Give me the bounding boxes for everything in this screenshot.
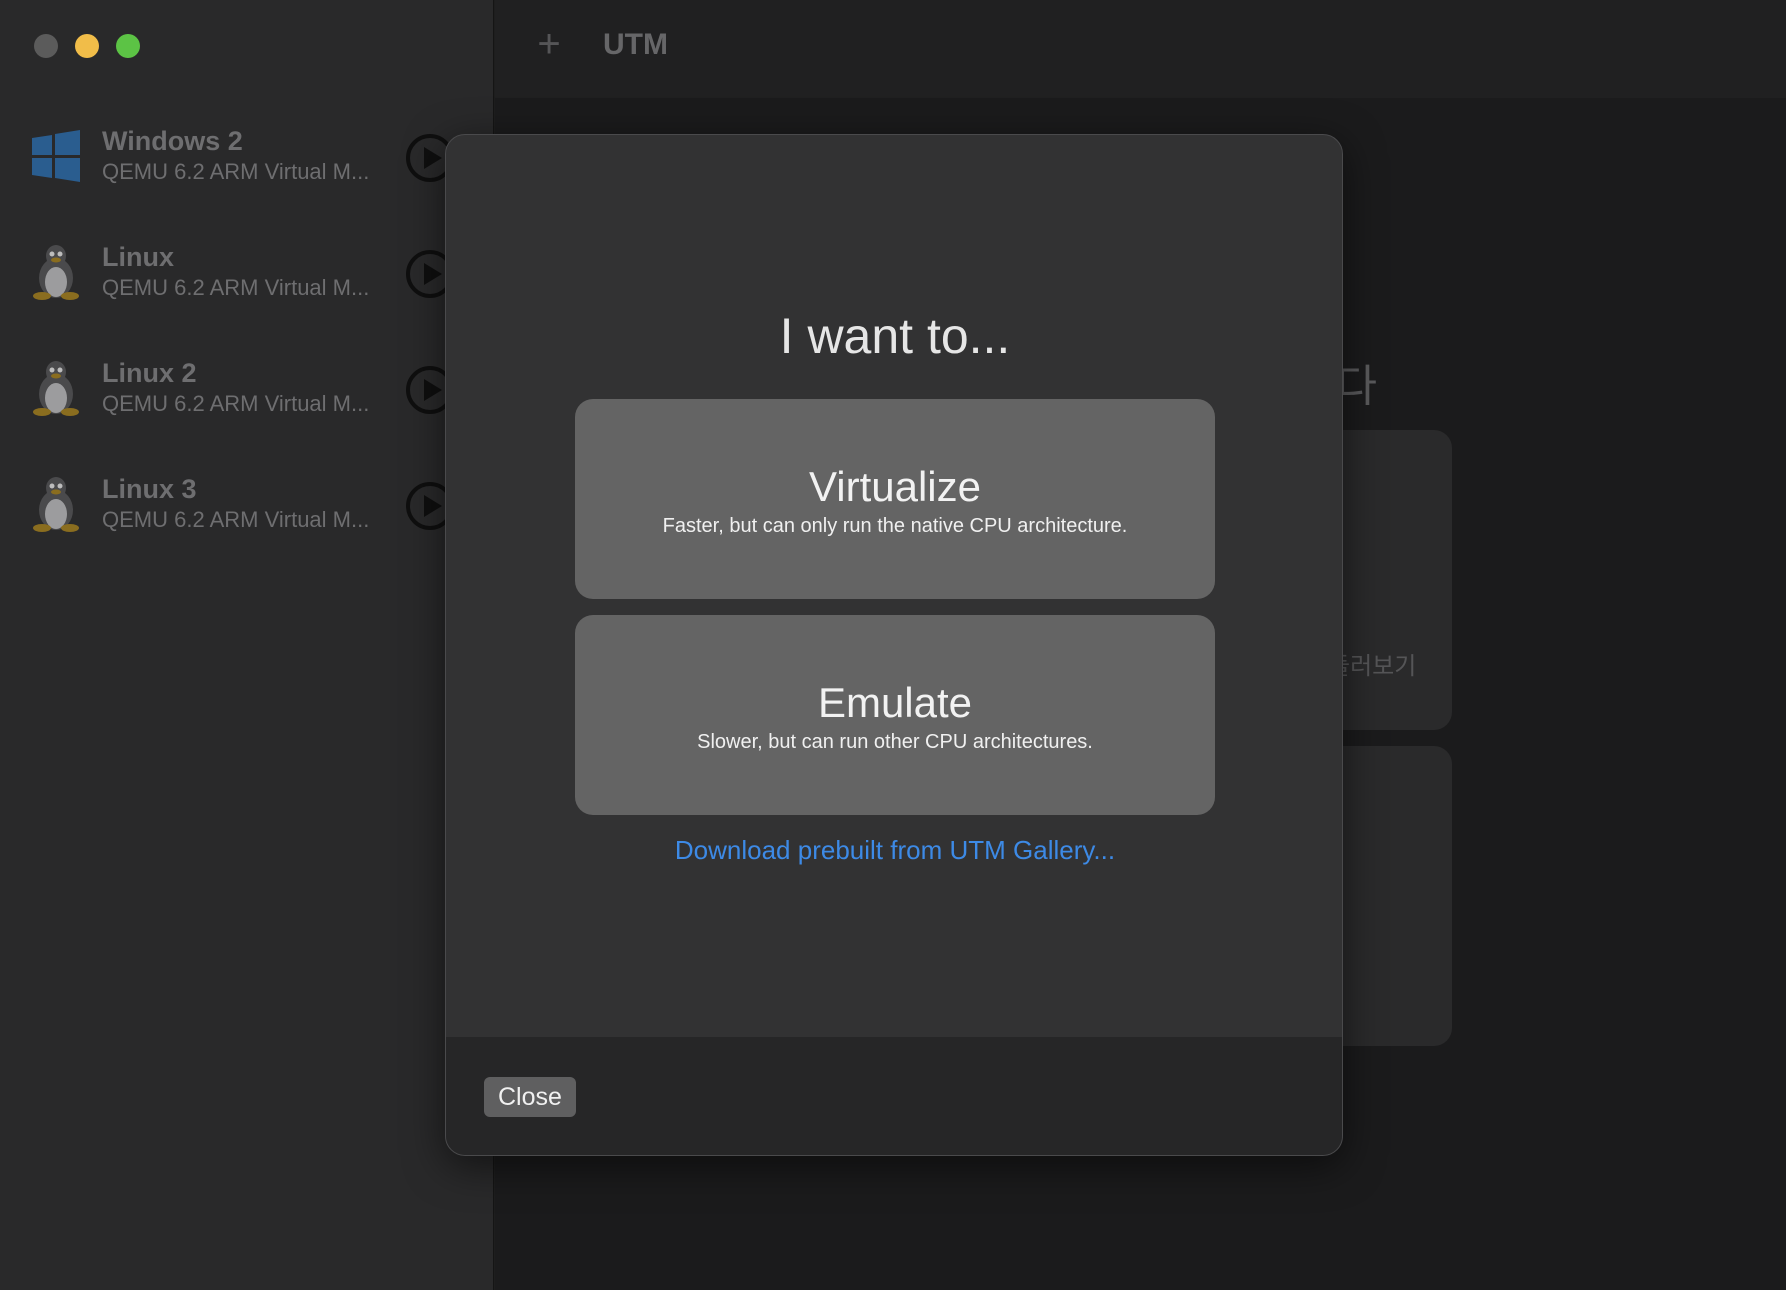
option-title: Virtualize bbox=[809, 463, 981, 510]
utm-window: Windows 2 QEMU 6.2 ARM Virtual M... Linu… bbox=[0, 0, 1786, 1290]
dialog-footer: Close bbox=[446, 1037, 1342, 1155]
close-button[interactable]: Close bbox=[484, 1077, 576, 1117]
virtualize-option-button[interactable]: Virtualize Faster, but can only run the … bbox=[575, 399, 1215, 599]
emulate-option-button[interactable]: Emulate Slower, but can run other CPU ar… bbox=[575, 615, 1215, 815]
option-description: Slower, but can run other CPU architectu… bbox=[697, 731, 1093, 753]
option-title: Emulate bbox=[817, 679, 973, 726]
new-vm-wizard-dialog: I want to... Virtualize Faster, but can … bbox=[445, 134, 1343, 1156]
download-gallery-link[interactable]: Download prebuilt from UTM Gallery... bbox=[446, 835, 1342, 866]
dialog-title: I want to... bbox=[779, 308, 1011, 364]
option-description: Faster, but can only run the native CPU … bbox=[662, 515, 1128, 537]
